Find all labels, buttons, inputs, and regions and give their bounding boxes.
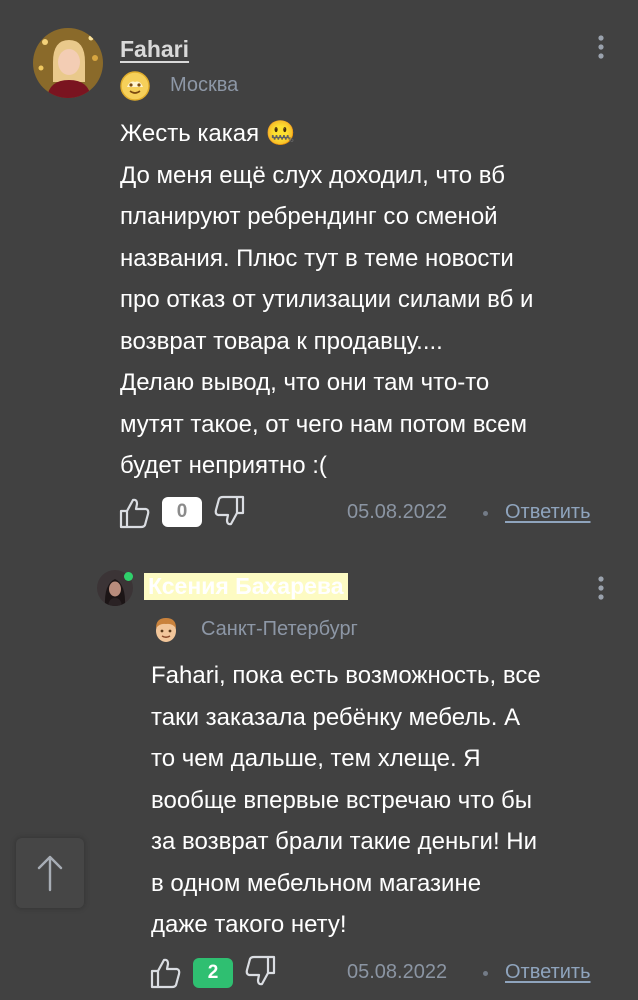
author-name[interactable]: Ксения Бахарева <box>144 573 348 600</box>
author-city: Москва <box>170 74 239 96</box>
kebab-menu-icon[interactable] <box>596 33 606 63</box>
comment-date: 05.08.2022 <box>347 961 448 983</box>
arrow-up-icon <box>36 854 64 892</box>
comment-text-line: в одном мебельном магазине <box>151 869 482 897</box>
comment-text-line: Жесть какая 🤐 <box>120 120 296 147</box>
thumb-down-icon[interactable] <box>212 494 246 528</box>
sun-face-badge-icon <box>120 71 150 101</box>
comment-text-line: Fahari, пока есть возможность, все <box>151 662 541 689</box>
comment-text-line: планируют ребрендинг со сменой <box>120 203 498 230</box>
comment-actions: 2 05.08.2022 Ответить <box>0 954 638 994</box>
comment-text-line: возврат товара к продавцу.... <box>120 327 443 355</box>
author-name[interactable]: Fahari <box>120 36 189 63</box>
author-city: Санкт-Петербург <box>201 618 358 640</box>
scroll-to-top-button[interactable] <box>16 838 84 908</box>
comment-text-line: До меня ещё слух доходил, что вб <box>120 161 505 189</box>
thumb-up-icon[interactable] <box>149 956 183 990</box>
comment-text-line: названия. Плюс тут в теме новости <box>120 244 514 272</box>
thumb-up-icon[interactable] <box>118 496 152 530</box>
comment-text-line: мутят такое, от чего нам потом всем <box>120 410 528 438</box>
comment-text-line: будет неприятно :( <box>120 452 327 479</box>
comment-actions: 0 05.08.2022 Ответить <box>0 494 638 534</box>
reply-link[interactable]: Ответить <box>505 501 591 524</box>
online-indicator <box>124 572 133 581</box>
like-count: 2 <box>193 958 233 988</box>
kebab-menu-icon[interactable] <box>596 574 606 604</box>
comment-text-line: то чем дальше, тем хлеще. Я <box>151 745 481 772</box>
separator-dot <box>483 971 488 976</box>
comment-text: Fahari, пока есть возможность, все таки … <box>151 655 541 946</box>
comment-text-line: за возврат брали такие деньги! Ни <box>151 828 538 855</box>
comment-text-line: про отказ от утилизации силами вб и <box>120 286 534 313</box>
comment-reply: Ксения Бахарева Санкт-Петербург Fahari, … <box>0 560 638 1000</box>
like-count: 0 <box>162 497 202 527</box>
avatar[interactable] <box>33 28 103 98</box>
thumb-down-icon[interactable] <box>243 954 277 988</box>
separator-dot <box>483 511 488 516</box>
boy-face-badge-icon <box>151 614 181 644</box>
reply-link[interactable]: Ответить <box>505 961 591 984</box>
comment-text-line: Делаю вывод, что они там что-то <box>120 369 490 396</box>
comment-text-line: таки заказала ребёнку мебель. А <box>151 703 521 731</box>
comment: Fahari Москва Жесть какая 🤐 До меня ещё … <box>0 0 638 540</box>
comment-text: Жесть какая 🤐 До меня ещё слух доходил, … <box>120 113 533 487</box>
comment-text-line: вообще впервые встречаю что бы <box>151 786 532 814</box>
comment-date: 05.08.2022 <box>347 501 448 523</box>
comment-text-line: даже такого нету! <box>151 911 347 938</box>
